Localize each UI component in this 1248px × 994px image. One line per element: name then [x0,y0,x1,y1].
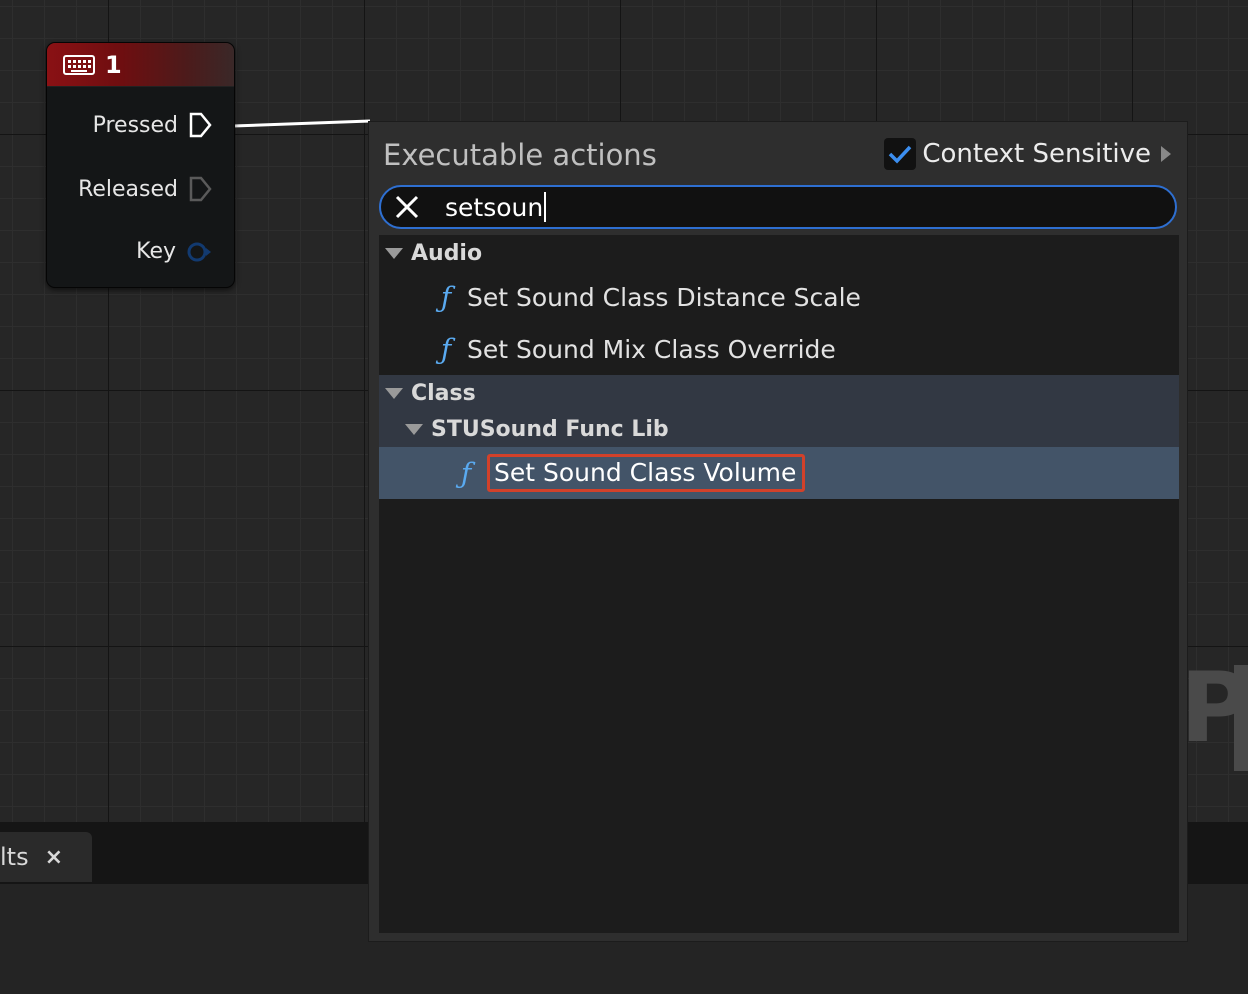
pin-label: Key [136,239,176,264]
pin-label: Released [78,176,178,202]
text-caret [544,192,547,222]
search-value[interactable]: setsoun [445,193,543,222]
chevron-down-icon[interactable] [405,423,423,435]
list-item-label: Set Sound Class Distance Scale [467,282,861,312]
subcategory-stusound-func-lib[interactable]: STUSound Func Lib [379,411,1179,447]
keyboard-event-node[interactable]: 1 Pressed Released Key [46,42,235,288]
function-icon: ƒ [440,332,452,366]
close-icon[interactable]: × [45,845,63,870]
checkmark-icon [889,145,912,164]
list-item-selected[interactable]: ƒ Set Sound Class Volume [379,447,1179,499]
exec-wire [215,119,371,128]
keyboard-icon [63,54,95,75]
action-menu: Executable actions Context Sensitive set… [368,121,1188,942]
list-item[interactable]: ƒ Set Sound Class Distance Scale [379,271,1179,323]
list-item[interactable]: ƒ Set Sound Mix Class Override [379,323,1179,375]
list-item-label: Set Sound Mix Class Override [467,334,836,364]
expand-arrow-icon[interactable] [1161,146,1171,162]
exec-pin-icon[interactable] [188,112,212,138]
dock-tab[interactable]: lts × [0,832,92,882]
context-sensitive-label: Context Sensitive [922,139,1151,169]
subcategory-label: STUSound Func Lib [431,416,669,442]
function-icon: ƒ [440,280,452,314]
search-input[interactable]: setsoun [379,185,1177,229]
struct-pin-icon[interactable] [186,242,212,262]
node-header[interactable]: 1 [47,43,234,87]
category-label: Audio [411,240,483,266]
category-audio[interactable]: Audio [379,235,1179,271]
node-title: 1 [105,50,122,79]
chevron-down-icon[interactable] [385,387,403,399]
context-sensitive-checkbox[interactable] [884,138,917,170]
context-sensitive-toggle[interactable]: Context Sensitive [884,138,1171,170]
pin-label: Pressed [92,112,178,138]
category-class[interactable]: Class [379,375,1179,411]
graph-watermark-bar [1234,665,1248,771]
list-item-label: Set Sound Class Volume [487,454,806,492]
category-label: Class [411,380,476,406]
pin-released[interactable]: Released [78,176,212,202]
close-icon[interactable] [387,187,427,227]
function-icon: ƒ [460,456,472,490]
dock-tab-label: lts [0,843,29,871]
menu-title: Executable actions [383,138,657,172]
pin-pressed[interactable]: Pressed [93,112,212,138]
exec-pin-icon[interactable] [188,176,212,202]
pin-key[interactable]: Key [136,239,212,264]
chevron-down-icon[interactable] [385,247,403,259]
action-list[interactable]: Audio ƒ Set Sound Class Distance Scale ƒ… [379,235,1179,933]
